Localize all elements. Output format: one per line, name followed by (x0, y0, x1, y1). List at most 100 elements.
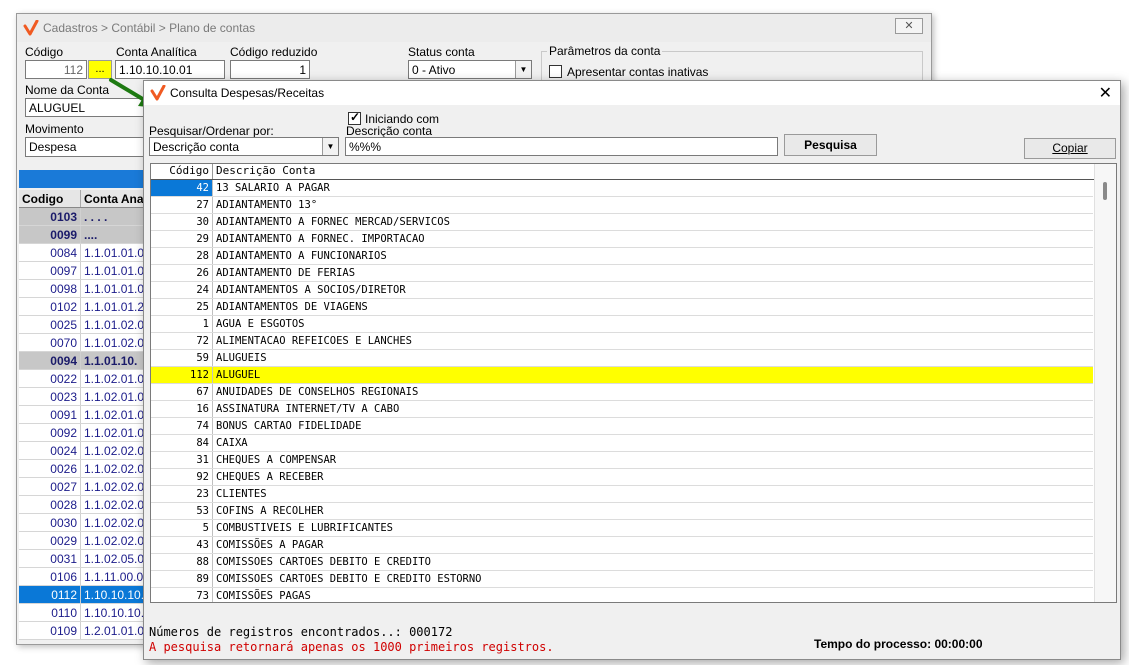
cell-codigo: 0102 (19, 298, 81, 315)
table-row[interactable]: 0028 1.1.02.02.0 (19, 496, 149, 514)
table-row[interactable]: 59 ALUGUEIS (151, 350, 1093, 367)
pesquisa-button[interactable]: Pesquisa (784, 134, 877, 156)
cell-conta: 1.1.02.01.0 (84, 408, 145, 422)
pesquisar-select[interactable]: Descrição conta ▼ (149, 137, 339, 156)
status-label: Status conta (408, 45, 475, 59)
table-row[interactable]: 74 BONUS CARTAO FIDELIDADE (151, 418, 1093, 435)
table-row[interactable]: 0022 1.1.02.01.0 (19, 370, 149, 388)
table-row[interactable]: 73 COMISSÕES PAGAS (151, 588, 1093, 602)
movimento-select[interactable]: Despesa (25, 137, 150, 157)
table-row[interactable]: 29 ADIANTAMENTO A FORNEC. IMPORTACAO (151, 231, 1093, 248)
vertical-scrollbar[interactable] (1094, 164, 1116, 602)
table-row[interactable]: 0094 1.1.01.10. (19, 352, 149, 370)
table-row[interactable]: 67 ANUIDADES DE CONSELHOS REGIONAIS (151, 384, 1093, 401)
table-row[interactable]: 0025 1.1.01.02.0 (19, 316, 149, 334)
table-row[interactable]: 0084 1.1.01.01.0 (19, 244, 149, 262)
table-row[interactable]: 88 COMISSOES CARTOES DEBITO E CREDITO (151, 554, 1093, 571)
cell-conta: 1.1.02.01.0 (84, 372, 145, 386)
inativas-checkbox[interactable] (549, 65, 562, 78)
table-row[interactable]: 53 COFINS A RECOLHER (151, 503, 1093, 520)
cell-descricao: ASSINATURA INTERNET/TV A CABO (216, 403, 400, 415)
table-row[interactable]: 0031 1.1.02.05.0 (19, 550, 149, 568)
cell-codigo: 0084 (19, 244, 81, 261)
cell-codigo: 0110 (19, 604, 81, 621)
cell-descricao: ADIANTAMENTO 13° (216, 199, 318, 211)
close-icon[interactable]: ✕ (895, 18, 923, 34)
table-row[interactable]: 112 ALUGUEL (151, 367, 1093, 384)
table-row[interactable]: 0099.... (19, 226, 149, 244)
cell-conta: .... (84, 228, 98, 242)
table-row[interactable]: 0097 1.1.01.01.0 (19, 262, 149, 280)
dropdown-arrow-icon[interactable]: ▼ (515, 61, 531, 78)
scrollbar-thumb[interactable] (1103, 182, 1107, 200)
cell-codigo: 67 (151, 384, 213, 400)
table-row[interactable]: 16 ASSINATURA INTERNET/TV A CABO (151, 401, 1093, 418)
table-row[interactable]: 0102 1.1.01.01.2 (19, 298, 149, 316)
cell-codigo: 0112 (19, 586, 81, 603)
table-row[interactable]: 0026 1.1.02.02.0 (19, 460, 149, 478)
table-row[interactable]: 89 COMISSOES CARTOES DEBITO E CREDITO EST… (151, 571, 1093, 588)
copiar-button[interactable]: Copiar (1024, 138, 1116, 159)
cell-codigo: 28 (151, 248, 213, 264)
cell-descricao: COFINS A RECOLHER (216, 505, 324, 517)
table-row[interactable]: 30 ADIANTAMENTO A FORNEC MERCAD/SERVICOS (151, 214, 1093, 231)
dropdown-arrow-icon[interactable]: ▼ (322, 138, 338, 155)
table-row[interactable]: 0103. . . . (19, 208, 149, 226)
table-row[interactable]: 92 CHEQUES A RECEBER (151, 469, 1093, 486)
table-row[interactable]: 0109 1.2.01.01.0 (19, 622, 149, 640)
cell-codigo: 84 (151, 435, 213, 451)
table-row[interactable]: 26 ADIANTAMENTO DE FERIAS (151, 265, 1093, 282)
table-row[interactable]: 72 ALIMENTACAO REFEICOES E LANCHES (151, 333, 1093, 350)
close-icon[interactable]: ✕ (1099, 83, 1112, 103)
cell-codigo: 0023 (19, 388, 81, 405)
plano-contas-titlebar: Cadastros > Contábil > Plano de contas (17, 14, 931, 42)
cell-codigo: 59 (151, 350, 213, 366)
app-logo-icon (23, 20, 39, 36)
table-row[interactable]: 0106 1.1.11.00.0 (19, 568, 149, 586)
cell-codigo: 24 (151, 282, 213, 298)
cell-conta: 1.1.02.01.0 (84, 390, 145, 404)
header-descricao[interactable]: Descrição Conta (213, 164, 315, 179)
table-row[interactable]: 0024 1.1.02.02.0 (19, 442, 149, 460)
cell-codigo: 112 (151, 367, 213, 383)
descricao-input[interactable]: %%% (345, 137, 778, 156)
table-row[interactable]: 28 ADIANTAMENTO A FUNCIONARIOS (151, 248, 1093, 265)
header-codigo[interactable]: Código (151, 164, 213, 179)
table-row[interactable]: 0092 1.1.02.01.0 (19, 424, 149, 442)
table-row[interactable]: 42 13 SALARIO A PAGAR (151, 180, 1093, 197)
pesquisar-label: Pesquisar/Ordenar por: (149, 124, 274, 138)
table-row[interactable]: 0110 1.10.10.10. (19, 604, 149, 622)
record-count: Números de registros encontrados..: 0001… (149, 625, 453, 639)
cell-conta: 1.1.11.00.0 (84, 570, 144, 584)
table-row[interactable]: 27 ADIANTAMENTO 13° (151, 197, 1093, 214)
cell-conta: 1.1.02.02.0 (84, 444, 145, 458)
table-row[interactable]: 24 ADIANTAMENTOS A SOCIOS/DIRETOR (151, 282, 1093, 299)
cell-codigo: 0109 (19, 622, 81, 639)
codigo-field[interactable]: 112 (25, 60, 87, 79)
table-row[interactable]: 25 ADIANTAMENTOS DE VIAGENS (151, 299, 1093, 316)
table-row[interactable]: 0098 1.1.01.01.0 (19, 280, 149, 298)
table-row[interactable]: 43 COMISSÕES A PAGAR (151, 537, 1093, 554)
codigo-reduzido-field[interactable]: 1 (230, 60, 310, 79)
cell-codigo: 0106 (19, 568, 81, 585)
table-row[interactable]: 23 CLIENTES (151, 486, 1093, 503)
status-select[interactable]: 0 - Ativo ▼ (408, 60, 532, 79)
cell-codigo: 43 (151, 537, 213, 553)
header-codigo[interactable]: Codigo (19, 190, 81, 207)
table-row[interactable]: 84 CAIXA (151, 435, 1093, 452)
table-row[interactable]: 31 CHEQUES A COMPENSAR (151, 452, 1093, 469)
table-row[interactable]: 1 AGUA E ESGOTOS (151, 316, 1093, 333)
grid-toolbar-bar (19, 170, 149, 188)
table-row[interactable]: 0023 1.1.02.01.0 (19, 388, 149, 406)
table-row[interactable]: 0027 1.1.02.02.0 (19, 478, 149, 496)
table-row[interactable]: 0029 1.1.02.02.0 (19, 532, 149, 550)
table-row[interactable]: 0091 1.1.02.01.0 (19, 406, 149, 424)
table-row[interactable]: 0030 1.1.02.02.0 (19, 514, 149, 532)
table-row[interactable]: 5 COMBUSTIVEIS E LUBRIFICANTES (151, 520, 1093, 537)
cell-descricao: ADIANTAMENTO A FORNEC. IMPORTACAO (216, 233, 425, 245)
header-conta[interactable]: Conta Anal (81, 190, 149, 207)
cell-descricao: ADIANTAMENTOS DE VIAGENS (216, 301, 368, 313)
table-row[interactable]: 0112 1.10.10.10. (19, 586, 149, 604)
table-row[interactable]: 0070 1.1.01.02.0 (19, 334, 149, 352)
codigo-label: Código (25, 45, 64, 59)
